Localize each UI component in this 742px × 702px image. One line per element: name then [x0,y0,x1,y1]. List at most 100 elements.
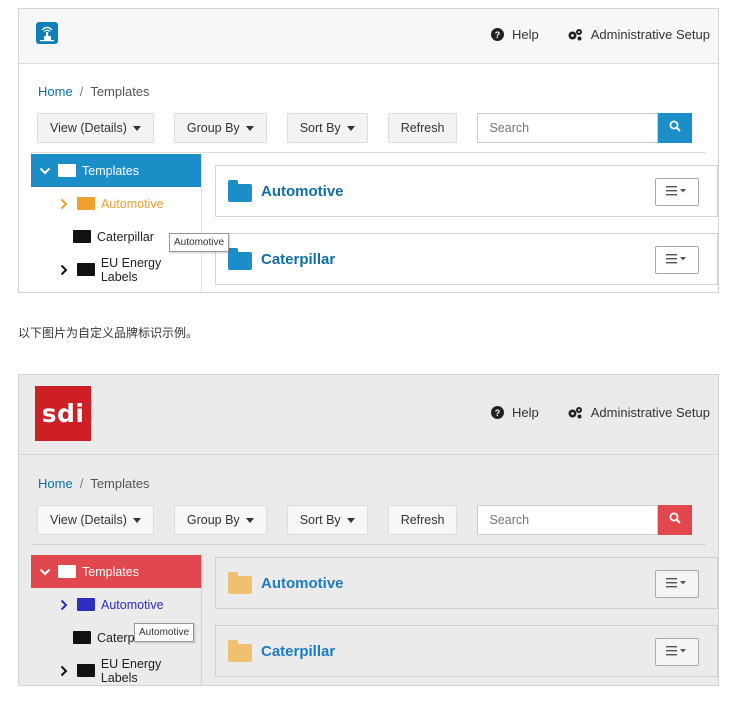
help-label: Help [512,27,539,42]
question-circle-icon: ? [491,406,505,419]
folder-card[interactable]: Automotive [215,165,718,217]
app-logo-icon[interactable] [36,22,58,44]
chevron-down-icon [132,517,141,523]
chevron-down-icon [245,517,254,523]
search-input[interactable]: Search [477,113,659,143]
folder-icon [58,565,76,578]
breadcrumb-home-link[interactable]: Home [38,476,73,491]
card-menu-button[interactable] [655,178,699,206]
top-navbar: sdi ? Help Administrative Setup [19,375,718,455]
tree-item-automotive[interactable]: Automotive [31,187,201,220]
chevron-down-icon [132,125,141,131]
folder-icon [77,598,95,611]
hamburger-menu-icon [666,251,688,269]
refresh-button[interactable]: Refresh [387,113,458,143]
view-dropdown-button[interactable]: View (Details) [37,113,154,143]
folder-card-title[interactable]: Caterpillar [261,643,335,660]
chevron-right-icon [57,197,71,211]
tooltip: Automotive [169,233,230,252]
toolbar: View (Details) Group By Sort By Refresh … [37,113,693,143]
sort-by-label: Sort By [299,513,341,527]
folder-icon [77,197,95,210]
gears-icon [567,406,583,419]
tree-label: Caterpillar [97,229,154,244]
custom-branding-screenshot: sdi ? Help Administrative Setup Home / Tem… [18,374,719,686]
tree-item-automotive[interactable]: Automotive [31,588,201,621]
refresh-label: Refresh [400,513,445,527]
tree-item-templates[interactable]: Templates [31,555,201,588]
hamburger-menu-icon [666,575,688,593]
search-input[interactable]: Search [477,505,659,535]
folder-icon [73,230,91,243]
card-menu-button[interactable] [655,638,699,666]
folder-card[interactable]: Automotive [215,557,718,609]
sort-by-dropdown-button[interactable]: Sort By [286,505,368,535]
breadcrumb: Home / Templates [38,84,150,99]
group-by-dropdown-button[interactable]: Group By [173,505,267,535]
divider [31,544,706,545]
tree-label: Automotive [101,597,164,612]
tree-label: Templates [82,564,139,579]
search-icon [669,511,682,529]
tree-item-eu-energy-labels[interactable]: EU Energy Labels [31,253,201,286]
search-placeholder: Search [489,513,530,527]
breadcrumb-separator: / [79,476,84,491]
administrative-setup-link[interactable]: Administrative Setup [567,27,710,42]
group-by-label: Group By [186,513,240,527]
sort-by-dropdown-button[interactable]: Sort By [286,113,368,143]
tree-label: EU Energy Labels [100,255,162,284]
search-group: Search [477,113,693,143]
chevron-right-icon [57,664,71,678]
top-navbar: ? Help Administrative Setup [19,9,718,64]
folder-icon [228,180,252,202]
refresh-label: Refresh [400,121,445,135]
folder-card-title[interactable]: Automotive [261,575,344,592]
chevron-down-icon [38,565,52,579]
admin-label: Administrative Setup [590,405,710,420]
search-placeholder: Search [489,121,530,135]
help-link[interactable]: ? Help [491,405,539,420]
folder-tree: Templates Automotive Caterpillar EU Ener… [31,154,202,292]
help-label: Help [512,405,539,420]
breadcrumb-home-link[interactable]: Home [38,84,73,99]
search-button[interactable] [658,113,693,143]
card-menu-button[interactable] [655,246,699,274]
sort-by-label: Sort By [299,121,341,135]
refresh-button[interactable]: Refresh [387,505,458,535]
chevron-down-icon [245,125,254,131]
hamburger-menu-icon [666,643,688,661]
folder-icon [58,164,76,177]
breadcrumb-separator: / [79,84,84,99]
question-circle-icon: ? [491,28,505,41]
group-by-dropdown-button[interactable]: Group By [173,113,267,143]
folder-icon [73,631,91,644]
breadcrumb-current: Templates [90,84,150,99]
folder-icon [76,664,95,677]
search-button[interactable] [658,505,693,535]
folder-card[interactable]: Caterpillar [215,233,718,285]
default-branding-screenshot: ? Help Administrative Setup Home / Templat… [18,8,719,293]
card-menu-button[interactable] [655,570,699,598]
search-icon [669,119,682,137]
chevron-right-icon [57,598,71,612]
sdi-logo[interactable]: sdi [35,386,91,441]
divider [31,152,706,153]
folder-tree: Templates Automotive Caterpillar EU Ener… [31,555,202,685]
svg-text:?: ? [495,30,501,40]
toolbar: View (Details) Group By Sort By Refresh … [37,505,693,535]
chevron-down-icon [346,125,355,131]
search-group: Search [477,505,693,535]
tree-item-eu-energy-labels[interactable]: EU Energy Labels [31,654,201,685]
folder-icon [228,572,252,594]
view-label: View (Details) [50,513,127,527]
view-dropdown-button[interactable]: View (Details) [37,505,154,535]
group-by-label: Group By [186,121,240,135]
chevron-down-icon [346,517,355,523]
folder-card-title[interactable]: Caterpillar [261,251,335,268]
folder-card-title[interactable]: Automotive [261,183,344,200]
folder-card[interactable]: Caterpillar [215,625,718,677]
administrative-setup-link[interactable]: Administrative Setup [567,405,710,420]
admin-label: Administrative Setup [590,27,710,42]
tree-item-templates[interactable]: Templates [31,154,201,187]
help-link[interactable]: ? Help [491,27,539,42]
